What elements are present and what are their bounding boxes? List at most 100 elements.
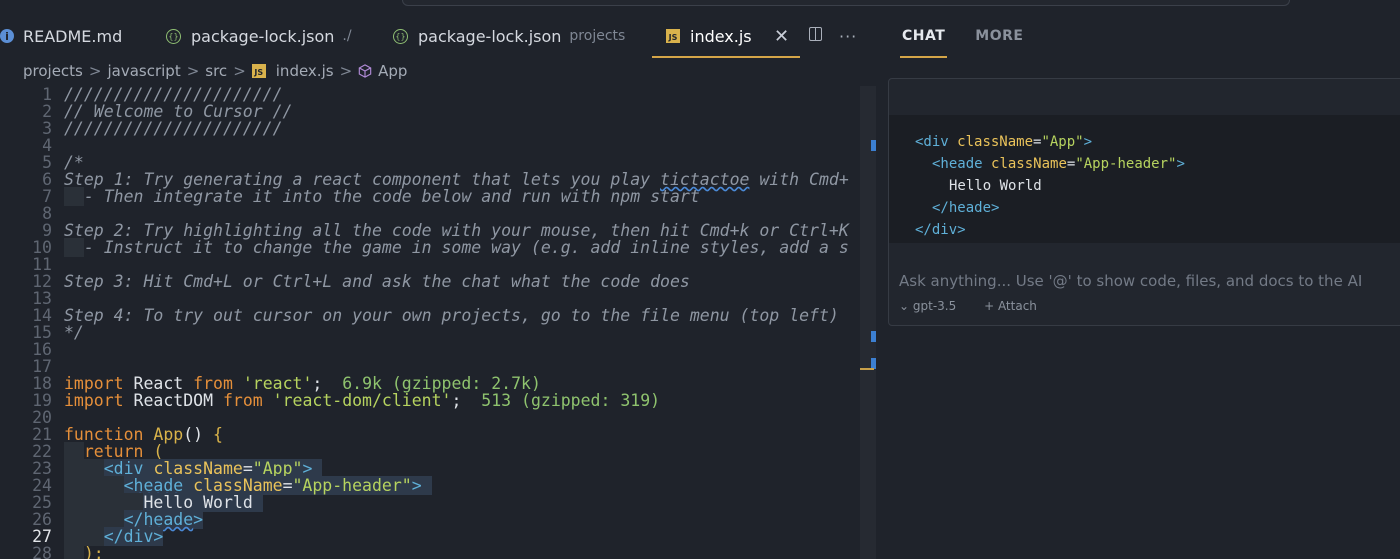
scrollbar-marker [871, 331, 876, 342]
line-content: </heade> [64, 510, 204, 529]
attach-label: Attach [997, 299, 1037, 313]
model-name: gpt-3.5 [912, 299, 957, 313]
breadcrumb-item[interactable]: projects [23, 62, 83, 80]
model-selector[interactable]: ⌄ gpt-3.5 [899, 299, 968, 313]
breadcrumb-separator: > [186, 62, 200, 80]
line-content: Step 1: Try generating a react component… [64, 170, 849, 189]
tab-label: README.md [23, 26, 123, 46]
tab-path: projects [569, 28, 626, 44]
line-number: 1 [42, 86, 52, 104]
snippet-line: </div> [915, 222, 966, 238]
line-number: 26 [32, 510, 52, 529]
snippet-line: <div className="App"> [915, 134, 1093, 150]
line-number: 8 [42, 204, 52, 223]
tab-label: package-lock.json [191, 26, 335, 46]
line-number: 2 [42, 102, 52, 121]
breadcrumb-separator: > [88, 62, 102, 80]
line-content: */ [64, 323, 84, 342]
line-number: 10 [32, 238, 52, 257]
line-content: ); [64, 544, 104, 559]
line-content: // Welcome to Cursor // [64, 102, 293, 121]
line-content: /* [64, 153, 84, 172]
json-file-icon: {} [393, 28, 408, 44]
editor-scrollbar[interactable] [860, 86, 876, 559]
line-number: 23 [32, 459, 52, 478]
tab-package-lock-projects[interactable]: {} package-lock.json projects [393, 14, 625, 58]
line-number: 12 [32, 272, 52, 291]
line-content: - Instruct it to change the game in some… [64, 238, 849, 257]
line-content: ////////////////////// [64, 86, 283, 104]
line-number: 7 [42, 187, 52, 206]
breadcrumb-item[interactable]: src [205, 62, 227, 80]
breadcrumb: projects > javascript > src > JS index.j… [23, 60, 407, 82]
line-number: 25 [32, 493, 52, 512]
line-number: 24 [32, 476, 52, 495]
snippet-line: <heade className="App-header"> [932, 156, 1185, 172]
json-file-icon: {} [166, 28, 181, 44]
line-content: function App() { [64, 425, 223, 444]
line-content: return ( [64, 442, 163, 461]
line-number: 16 [32, 340, 52, 359]
line-number: 5 [42, 153, 52, 172]
tab-readme[interactable]: i README.md [0, 14, 122, 58]
js-file-icon: JS [666, 29, 680, 43]
chat-input[interactable]: Ask anything... Use '@' to show code, fi… [899, 272, 1362, 290]
tab-label: index.js [690, 26, 752, 46]
code-editor[interactable]: 1 ////////////////////// 2 // Welcome to Cu… [0, 86, 862, 559]
line-number: 27 [32, 527, 52, 546]
breadcrumb-item[interactable]: index.js [276, 62, 334, 80]
line-number: 20 [32, 408, 52, 427]
line-content: </div> [64, 527, 164, 546]
line-number: 13 [32, 289, 52, 308]
line-content: <heade className="App-header"> [64, 476, 432, 495]
line-number: 4 [42, 136, 52, 155]
tab-index-js[interactable]: JS index.js [652, 14, 800, 58]
scrollbar-marker [871, 140, 876, 151]
close-tab-icon[interactable]: ✕ [774, 14, 789, 58]
line-number: 22 [32, 442, 52, 461]
line-number: 28 [32, 544, 52, 559]
line-number: 15 [32, 323, 52, 342]
line-number: 21 [32, 425, 52, 444]
line-number: 14 [32, 306, 52, 325]
side-panel-tabs: CHAT MORE [899, 14, 1053, 58]
line-content: Step 4: To try out cursor on your own pr… [64, 306, 839, 325]
scrollbar-cursor-marker [860, 368, 874, 370]
line-content: Step 3: Hit Cmd+L or Ctrl+L and ask the … [64, 272, 690, 291]
line-number: 19 [32, 391, 52, 410]
line-number: 6 [42, 170, 52, 189]
line-content: Step 2: Try highlighting all the code wi… [64, 221, 849, 240]
tab-path: ./ [342, 28, 352, 44]
more-actions-icon[interactable]: ··· [839, 14, 857, 58]
symbol-cube-icon [358, 64, 372, 78]
line-number: 18 [32, 374, 52, 393]
tab-more[interactable]: MORE [975, 28, 1023, 44]
command-bar-edge [402, 0, 1290, 6]
snippet-line: Hello World [949, 178, 1042, 194]
info-file-icon: i [0, 29, 14, 43]
line-content: ////////////////////// [64, 119, 283, 138]
breadcrumb-item[interactable]: App [378, 62, 407, 80]
split-editor-icon[interactable] [809, 27, 822, 41]
line-content: Hello World [64, 493, 263, 512]
editor-tab-bar: i README.md {} package-lock.json ./ {} p… [0, 14, 876, 58]
breadcrumb-separator: > [233, 62, 246, 80]
breadcrumb-separator: > [339, 62, 353, 80]
attach-button[interactable]: + Attach [984, 299, 1049, 313]
line-content: import ReactDOM from 'react-dom/client';… [64, 391, 661, 410]
line-content: - Then integrate it into the code below … [64, 187, 700, 206]
chat-code-snippet: <div className="App"> <heade className="A… [889, 115, 1400, 243]
snippet-line: </heade> [932, 200, 1000, 216]
tab-chat[interactable]: CHAT [899, 28, 948, 58]
chat-meta-bar: ⌄ gpt-3.5 + Attach [899, 299, 1061, 313]
breadcrumb-item[interactable]: javascript [107, 62, 180, 80]
line-number: 9 [42, 221, 52, 240]
line-content: <div className="App"> [64, 459, 323, 478]
tab-label: package-lock.json [418, 26, 562, 46]
js-file-icon: JS [251, 64, 266, 78]
chat-composer: <div className="App"> <heade className="A… [888, 78, 1400, 326]
line-content: import React from 'react'; 6.9k (gzipped… [64, 374, 541, 393]
tab-package-lock-root[interactable]: {} package-lock.json ./ [166, 14, 352, 58]
line-number: 3 [42, 119, 52, 138]
line-number: 17 [32, 357, 52, 376]
